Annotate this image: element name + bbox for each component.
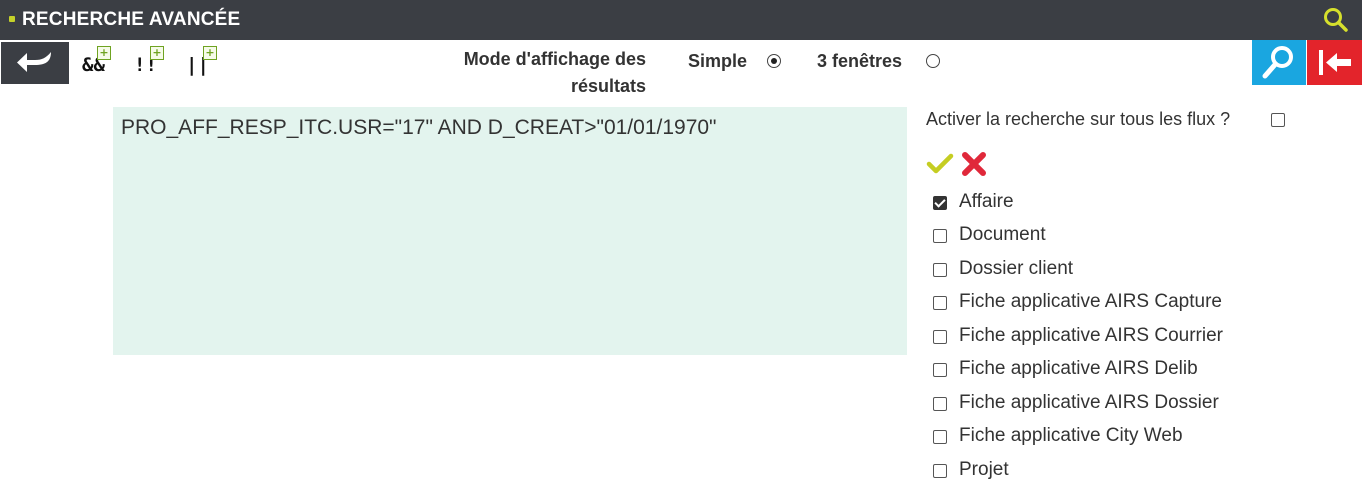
flux-label: Fiche applicative City Web [959, 425, 1183, 446]
display-mode-label-line1: Mode d'affichage des [463, 49, 646, 69]
flux-label: Projet [959, 459, 1009, 480]
flux-checkbox[interactable] [933, 397, 947, 411]
back-button[interactable] [1, 42, 69, 84]
mode-3-windows-radio[interactable] [926, 54, 940, 68]
exit-arrow-icon [1319, 50, 1351, 75]
flux-label: Fiche applicative AIRS Courrier [959, 325, 1223, 346]
mode-simple-radio[interactable] [767, 54, 781, 68]
flux-label: Fiche applicative AIRS Dossier [959, 392, 1219, 413]
mode-3-windows-label: 3 fenêtres [817, 51, 903, 71]
query-editor[interactable]: PRO_AFF_RESP_ITC.USR="17" AND D_CREAT>"0… [113, 107, 907, 355]
flux-item-projet[interactable]: Projet [933, 459, 1333, 483]
flux-checkbox[interactable] [933, 263, 947, 277]
flux-checkbox[interactable] [933, 430, 947, 444]
flux-checkbox[interactable] [933, 196, 947, 210]
all-flux-checkbox[interactable] [1271, 113, 1285, 127]
search-icon[interactable] [1322, 6, 1350, 34]
back-arrow-icon [17, 52, 51, 72]
plus-icon: + [203, 46, 217, 60]
flux-item-city-web[interactable]: Fiche applicative City Web [933, 425, 1333, 449]
plus-icon: + [150, 46, 164, 60]
flux-item-dossier-client[interactable]: Dossier client [933, 258, 1333, 282]
flux-checkbox[interactable] [933, 330, 947, 344]
flux-item-affaire[interactable]: Affaire [933, 191, 1333, 215]
magnifier-icon [1262, 46, 1293, 79]
toolbar: && + !! + || + Mode d'affichage des résu… [0, 40, 1362, 96]
exit-button[interactable] [1307, 40, 1362, 85]
flux-label: Fiche applicative AIRS Delib [959, 358, 1198, 379]
flux-checkbox[interactable] [933, 229, 947, 243]
checkmark-icon[interactable] [926, 152, 954, 176]
flux-checkbox[interactable] [933, 464, 947, 478]
title-bar: RECHERCHE AVANCÉE [0, 0, 1362, 40]
flux-label: Dossier client [959, 258, 1074, 279]
flux-item-airs-delib[interactable]: Fiche applicative AIRS Delib [933, 358, 1333, 382]
title-bullet-icon [9, 16, 15, 22]
flux-label: Document [959, 224, 1046, 245]
display-mode-label-line2: résultats [570, 76, 646, 96]
page-title: RECHERCHE AVANCÉE [22, 9, 241, 30]
flux-label: Fiche applicative AIRS Capture [959, 291, 1222, 312]
all-flux-label: Activer la recherche sur tous les flux ? [926, 109, 1231, 129]
mode-simple-label: Simple [688, 51, 748, 71]
flux-checkbox[interactable] [933, 363, 947, 377]
flux-checkbox[interactable] [933, 296, 947, 310]
cross-icon[interactable] [961, 151, 987, 177]
flux-item-airs-courrier[interactable]: Fiche applicative AIRS Courrier [933, 325, 1333, 349]
display-mode-label: Mode d'affichage des résultats [400, 46, 646, 100]
launch-search-button[interactable] [1252, 40, 1306, 85]
plus-icon: + [97, 46, 111, 60]
flux-item-document[interactable]: Document [933, 224, 1333, 248]
flux-item-airs-dossier[interactable]: Fiche applicative AIRS Dossier [933, 392, 1333, 416]
flux-label: Affaire [959, 191, 1014, 212]
flux-item-airs-capture[interactable]: Fiche applicative AIRS Capture [933, 291, 1333, 315]
